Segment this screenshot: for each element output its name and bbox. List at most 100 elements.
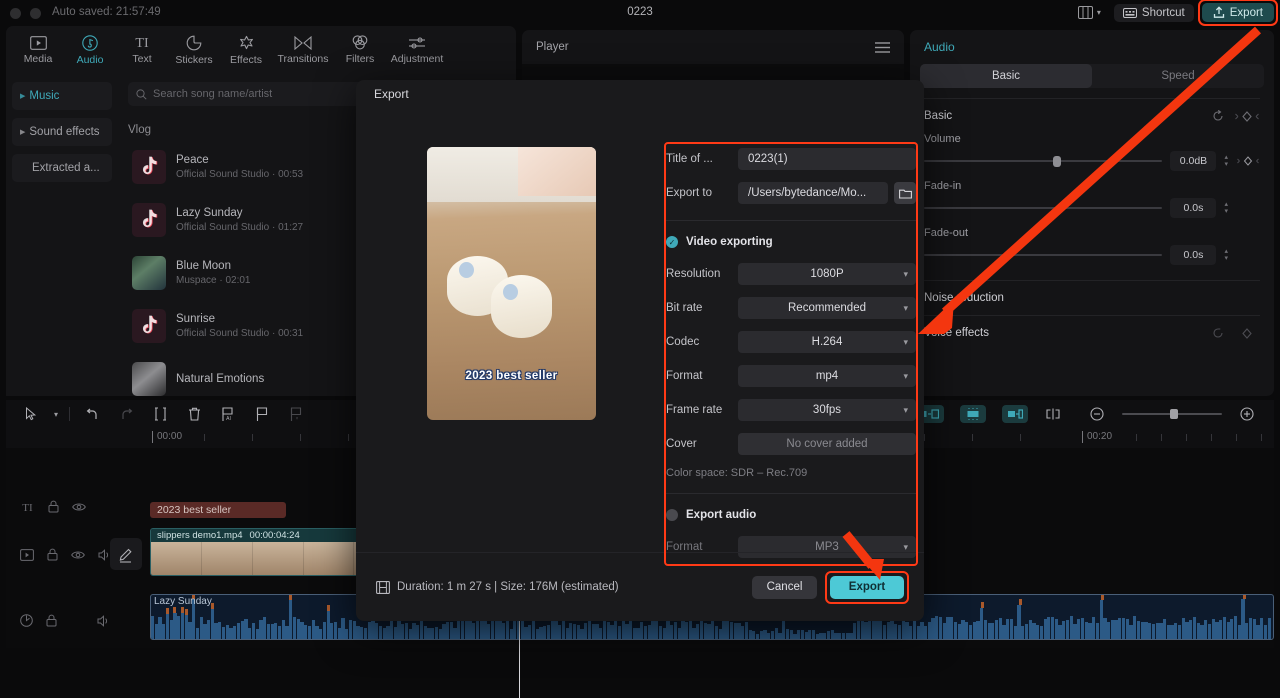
fade-in-stepper[interactable]: ▴ ▾: [1224, 201, 1228, 215]
timeline-zoom-knob[interactable]: [1170, 409, 1178, 419]
waveform-bar: [296, 619, 300, 639]
keyframe-diamond-icon[interactable]: [1234, 327, 1260, 339]
lock-icon[interactable]: [48, 500, 59, 513]
volume-stepper[interactable]: ▴ ▾: [1224, 154, 1228, 168]
shortcut-button[interactable]: Shortcut: [1113, 3, 1194, 22]
tool-tab-text[interactable]: TI Text: [116, 35, 168, 65]
dialog-export-button[interactable]: Export: [830, 575, 904, 599]
title-input[interactable]: 0223(1): [738, 148, 916, 170]
redo-button[interactable]: [109, 401, 143, 427]
category-sound-effects[interactable]: ▶ Sound effects: [12, 118, 112, 146]
tab-speed[interactable]: Speed: [1092, 64, 1264, 88]
field-codec-label: Codec: [666, 336, 700, 348]
waveform-bar: [1219, 620, 1223, 639]
video-exporting-checkbox[interactable]: ✓: [666, 236, 678, 248]
export-path-input[interactable]: /Users/bytedance/Mo...: [738, 182, 888, 204]
audio-track-icon[interactable]: [20, 614, 33, 627]
volume-value[interactable]: 0.0dB: [1170, 151, 1217, 171]
waveform-bar: [729, 622, 734, 639]
section-noise-reduction-header[interactable]: Noise reduction: [924, 281, 1260, 315]
tool-tab-stickers[interactable]: Stickers: [168, 35, 220, 66]
resolution-select[interactable]: 1080P ▾: [738, 263, 916, 285]
waveform-bar: [1043, 618, 1047, 639]
split-button[interactable]: [143, 401, 177, 427]
ai-marker-button[interactable]: AI: [211, 401, 245, 427]
tool-tab-transitions[interactable]: Transitions: [272, 35, 334, 65]
waveform-bar: [423, 625, 427, 639]
section-voice-effects-header[interactable]: Voice effects: [924, 316, 1260, 350]
timeline-text-clip[interactable]: 2023 best seller: [150, 502, 286, 518]
waveform-bar: [475, 618, 480, 639]
bitrate-select[interactable]: Recommended ▾: [738, 297, 916, 319]
toolbar-divider: [69, 407, 70, 421]
video-track-icon[interactable]: [20, 548, 34, 561]
waveform-bar: [195, 627, 200, 639]
delete-button[interactable]: [177, 401, 211, 427]
tool-tab-effects[interactable]: Effects: [220, 35, 272, 66]
eye-icon[interactable]: [72, 502, 86, 512]
fade-in-value[interactable]: 0.0s: [1170, 198, 1217, 218]
tool-tab-media[interactable]: Media: [12, 35, 64, 65]
svg-text:TI: TI: [22, 502, 33, 513]
text-track-icon[interactable]: TI: [20, 501, 35, 513]
flag-button[interactable]: [245, 401, 279, 427]
waveform-bar: [1092, 616, 1096, 639]
eye-icon[interactable]: [71, 550, 85, 560]
tool-tab-audio[interactable]: Audio: [64, 34, 116, 66]
format-select[interactable]: mp4 ▾: [738, 365, 916, 387]
zoom-out-button[interactable]: [1080, 401, 1114, 427]
waveform-bar: [1088, 622, 1092, 639]
field-export-to-label: Export to: [666, 187, 713, 199]
volume-slider-knob[interactable]: [1052, 156, 1061, 167]
auto-cut-button[interactable]: [960, 405, 986, 423]
select-tool-button[interactable]: [14, 401, 48, 427]
hamburger-icon[interactable]: [875, 41, 890, 53]
volume-slider[interactable]: [924, 156, 1163, 167]
layout-button[interactable]: ▾: [1073, 3, 1106, 22]
reset-icon[interactable]: [1212, 110, 1224, 122]
category-music[interactable]: ▶ Music: [12, 82, 112, 110]
waveform-bar: [994, 619, 999, 639]
crop-split-button[interactable]: [1036, 401, 1070, 427]
browse-folder-button[interactable]: [894, 182, 916, 204]
keyframe-diamond-icon[interactable]: [1234, 110, 1260, 122]
field-resolution-row: Resolution 1080P ▾: [666, 257, 916, 291]
export-dialog-footer: Duration: 1 m 27 s | Size: 176M (estimat…: [356, 552, 924, 621]
reset-icon[interactable]: [1212, 327, 1224, 339]
fade-out-stepper[interactable]: ▴ ▾: [1224, 248, 1228, 262]
edit-clip-button[interactable]: [110, 538, 142, 570]
tool-tab-filters[interactable]: Filters: [334, 35, 386, 65]
framerate-select[interactable]: 30fps ▾: [738, 399, 916, 421]
cover-button[interactable]: No cover added: [738, 433, 916, 455]
export-audio-checkbox[interactable]: [666, 509, 678, 521]
fade-in-slider[interactable]: [924, 207, 1163, 209]
tab-basic[interactable]: Basic: [920, 64, 1092, 88]
export-audio-checkbox-row[interactable]: Export audio: [666, 500, 916, 530]
waveform-bar: [333, 621, 338, 639]
video-exporting-checkbox-row[interactable]: ✓ Video exporting: [666, 227, 916, 257]
mirror-right-button[interactable]: [1002, 405, 1028, 423]
undo-button[interactable]: [75, 401, 109, 427]
zoom-in-button[interactable]: [1230, 401, 1264, 427]
fade-out-value[interactable]: 0.0s: [1170, 245, 1217, 265]
waveform-bar: [976, 620, 980, 639]
select-tool-dropdown[interactable]: ▾: [48, 401, 64, 427]
codec-select[interactable]: H.264 ▾: [738, 331, 916, 353]
volume-keyframe[interactable]: [1236, 156, 1260, 166]
timeline-zoom-slider[interactable]: [1122, 409, 1222, 419]
export-button-topbar[interactable]: Export: [1197, 0, 1278, 26]
tool-tab-adjustment[interactable]: Adjustment: [386, 36, 448, 65]
field-framerate-row: Frame rate 30fps ▾: [666, 393, 916, 427]
flag-delete-button[interactable]: ×: [279, 401, 313, 427]
lock-icon[interactable]: [46, 614, 57, 627]
ruler-label: 00:20: [1087, 431, 1113, 442]
chevron-down-icon: ▾: [903, 370, 908, 381]
waveform-bar: [1211, 618, 1215, 639]
fade-out-slider[interactable]: [924, 254, 1163, 256]
song-name: Lazy Sunday: [176, 206, 243, 219]
cancel-button[interactable]: Cancel: [752, 575, 817, 599]
thumbnail-caption: 2023 best seller: [465, 370, 558, 382]
speaker-icon[interactable]: [97, 614, 110, 627]
lock-icon[interactable]: [47, 548, 58, 561]
category-extracted-audio[interactable]: Extracted a...: [12, 154, 112, 182]
